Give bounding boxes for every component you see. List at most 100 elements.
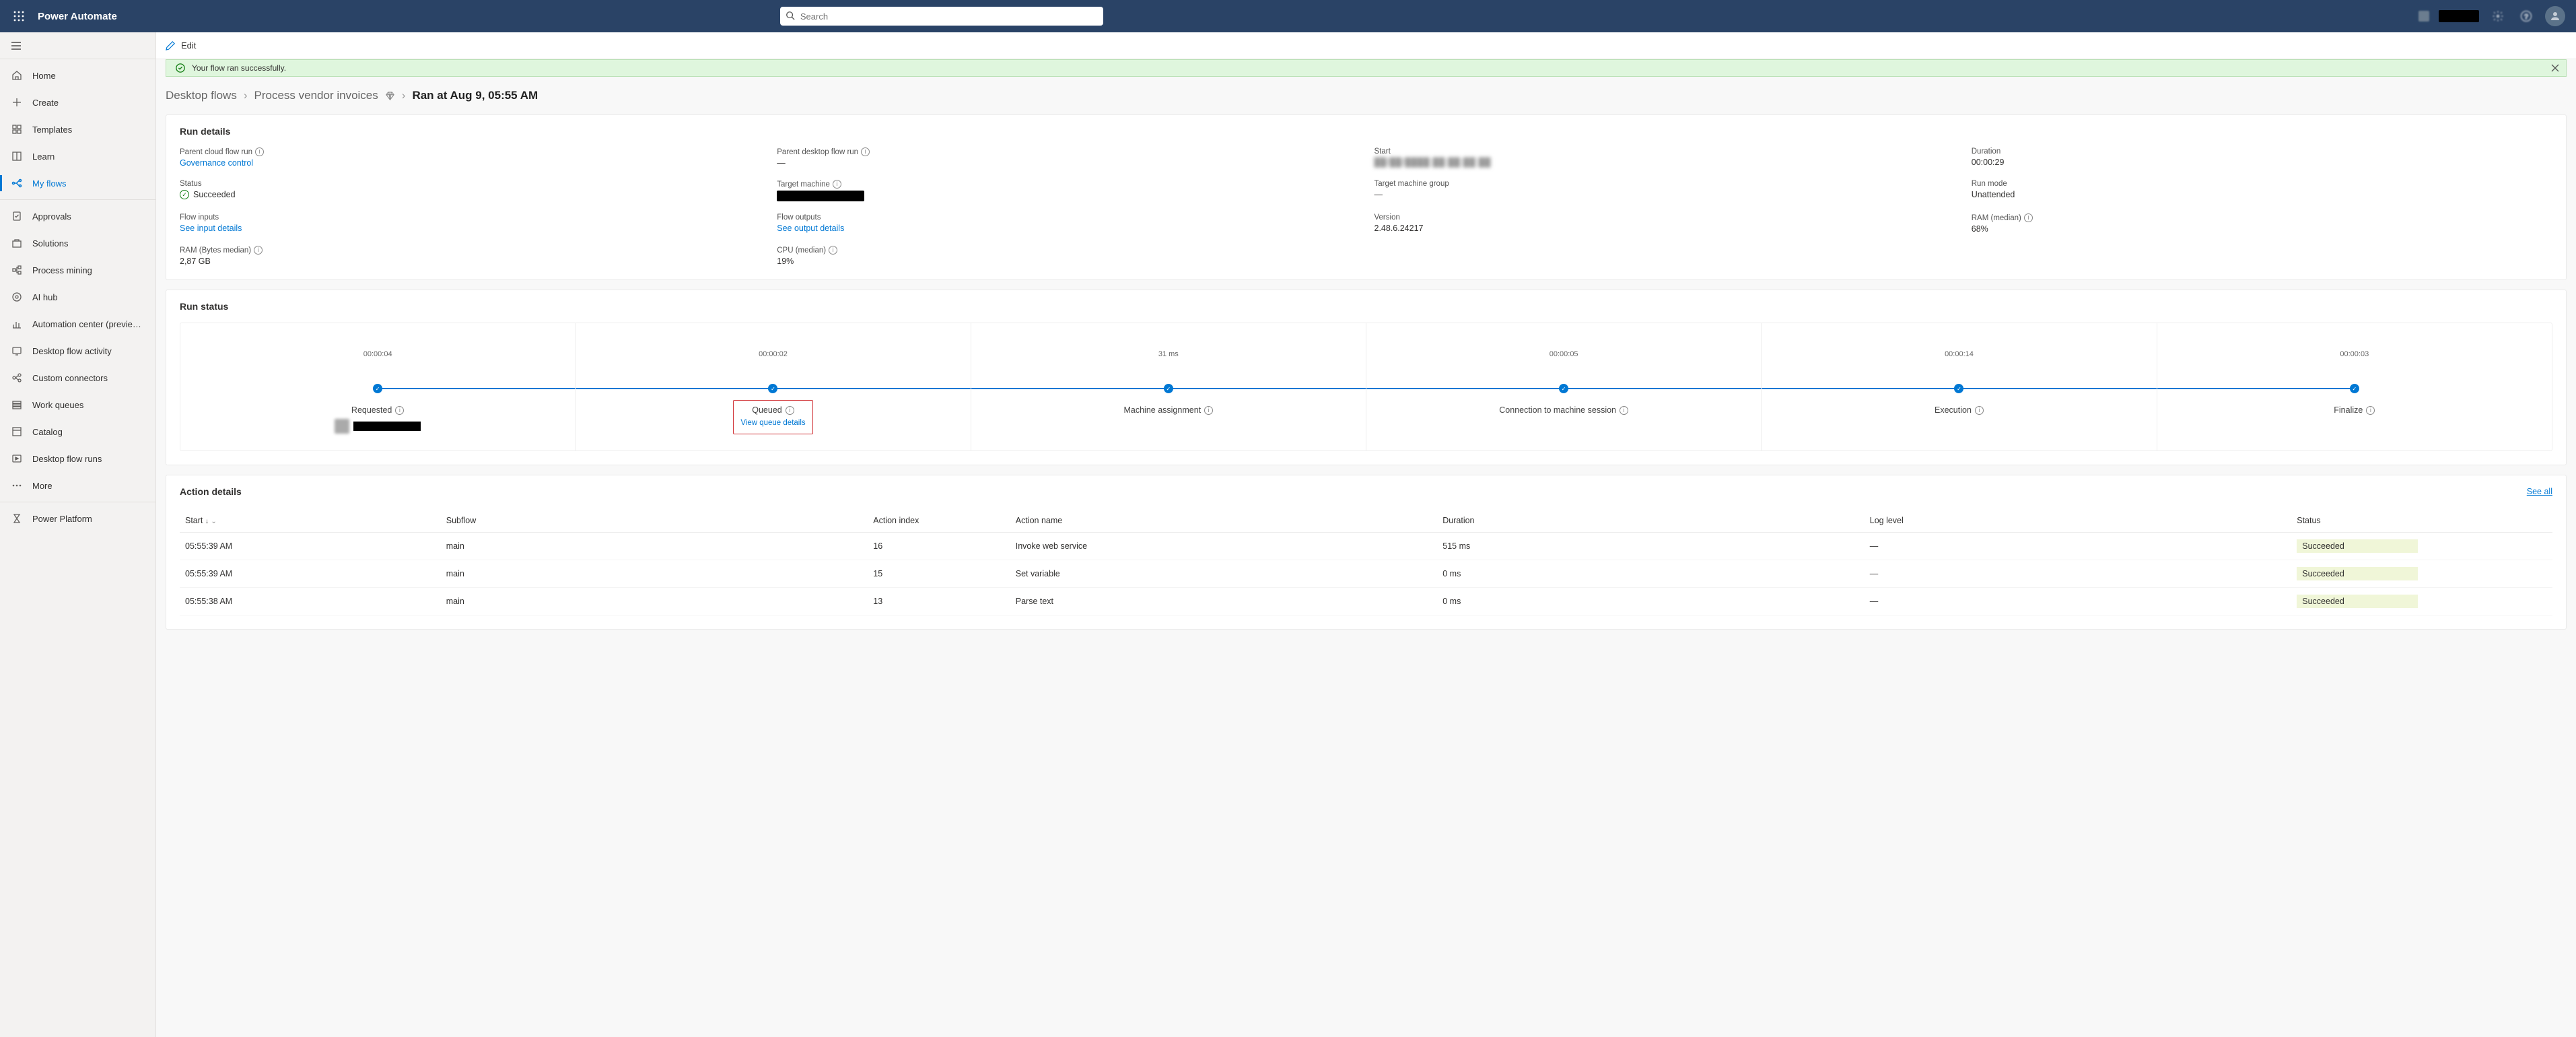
sidebar-item-approvals[interactable]: Approvals (0, 203, 155, 230)
sidebar-item-label: Solutions (32, 238, 68, 248)
stage-requested: 00:00:04✓Requested i (180, 323, 576, 450)
detail-value: Succeeded (193, 190, 236, 199)
sidebar-item-create[interactable]: Create (0, 89, 155, 116)
stage-execution: 00:00:14✓Execution i (1762, 323, 2157, 450)
info-icon[interactable]: i (2024, 213, 2033, 222)
environment-name-redacted[interactable] (2439, 10, 2479, 22)
col-subflow[interactable]: Subflow (441, 509, 868, 533)
sidebar-item-learn[interactable]: Learn (0, 143, 155, 170)
cell-status: Succeeded (2297, 539, 2418, 553)
table-row[interactable]: 05:55:39 AM main 15 Set variable 0 ms — … (180, 560, 2552, 588)
detail-ram-bytes-median-: RAM (Bytes median) i2,87 GB (180, 246, 761, 266)
sidebar-item-label: AI hub (32, 292, 58, 302)
sidebar-item-catalog[interactable]: Catalog (0, 418, 155, 445)
detail-link[interactable]: Governance control (180, 158, 253, 168)
stage-finalize: 00:00:03✓Finalize i (2157, 323, 2552, 450)
search-icon (786, 11, 795, 20)
user-avatar-blurred (335, 419, 349, 434)
info-icon[interactable]: i (786, 406, 794, 415)
info-icon[interactable]: i (255, 147, 264, 156)
detail-link[interactable]: See output details (777, 224, 844, 233)
main-content: Edit Your flow ran successfully. Desktop… (156, 32, 2576, 1037)
view-queue-link[interactable]: View queue details (740, 419, 805, 427)
success-icon: ✓ (180, 190, 189, 199)
detail-label: RAM (median) i (1972, 213, 2552, 222)
col-name[interactable]: Action name (1010, 509, 1438, 533)
cell-index: 15 (868, 560, 1010, 588)
sidebar-item-solutions[interactable]: Solutions (0, 230, 155, 257)
action-details-card: Action details See all Start ↓ ⌄ Subflow… (166, 475, 2567, 630)
col-log[interactable]: Log level (1865, 509, 2292, 533)
stage-duration: 00:00:05 (1373, 350, 1754, 358)
breadcrumb-desktop-flows[interactable]: Desktop flows (166, 89, 237, 102)
sidebar-item-label: Custom connectors (32, 373, 108, 383)
col-start[interactable]: Start ↓ ⌄ (180, 509, 441, 533)
detail-label: RAM (Bytes median) i (180, 246, 761, 255)
sidebar-collapse-button[interactable] (0, 32, 155, 59)
table-row[interactable]: 05:55:39 AM main 16 Invoke web service 5… (180, 533, 2552, 560)
sidebar-item-more[interactable]: More (0, 472, 155, 499)
stage-connection-to-machine-session: 00:00:05✓Connection to machine session i (1366, 323, 1762, 450)
book-icon (11, 150, 23, 162)
settings-icon[interactable] (2488, 7, 2507, 26)
app-launcher-icon[interactable] (11, 8, 27, 24)
info-icon[interactable]: i (254, 246, 263, 255)
sidebar-item-desktop-flow-activity[interactable]: Desktop flow activity (0, 337, 155, 364)
sidebar-item-label: Work queues (32, 400, 83, 410)
sidebar-item-desktop-flow-runs[interactable]: Desktop flow runs (0, 445, 155, 472)
info-icon[interactable]: i (395, 406, 404, 415)
sidebar-item-ai-hub[interactable]: AI hub (0, 283, 155, 310)
see-all-link[interactable]: See all (2527, 487, 2552, 496)
col-duration[interactable]: Duration (1437, 509, 1865, 533)
stage-label: Machine assignment i (1123, 405, 1213, 415)
info-icon[interactable]: i (2366, 406, 2375, 415)
sidebar-item-home[interactable]: Home (0, 62, 155, 89)
sidebar-item-my-flows[interactable]: My flows (0, 170, 155, 197)
detail-value: — (777, 158, 1358, 168)
sidebar-item-custom-connectors[interactable]: Custom connectors (0, 364, 155, 391)
detail-link[interactable]: See input details (180, 224, 242, 233)
sidebar-item-templates[interactable]: Templates (0, 116, 155, 143)
detail-label: Run mode (1972, 180, 2552, 188)
stage-check-icon: ✓ (2350, 384, 2359, 393)
info-icon[interactable]: i (829, 246, 837, 255)
stage-check-icon: ✓ (1559, 384, 1568, 393)
stage-duration: 31 ms (978, 350, 1359, 358)
stage-check-icon: ✓ (768, 384, 777, 393)
sidebar-item-work-queues[interactable]: Work queues (0, 391, 155, 418)
cell-log: — (1865, 560, 2292, 588)
environment-icon[interactable] (2418, 11, 2429, 22)
search-input[interactable] (780, 7, 1103, 26)
sidebar-item-automation-center-previe-[interactable]: Automation center (previe… (0, 310, 155, 337)
info-icon[interactable]: i (1204, 406, 1213, 415)
blurred-value: ██/██/████ ██:██:██ ██ (1374, 158, 1955, 167)
sidebar-item-label: Power Platform (32, 514, 92, 524)
cell-duration: 0 ms (1437, 588, 1865, 615)
detail-value: 19% (777, 257, 1358, 266)
info-icon[interactable]: i (861, 147, 870, 156)
approvals-icon (11, 210, 23, 222)
help-icon[interactable]: ? (2517, 7, 2536, 26)
sidebar-item-process-mining[interactable]: Process mining (0, 257, 155, 283)
detail-label: Parent desktop flow run i (777, 147, 1358, 156)
sidebar-item-label: Process mining (32, 265, 92, 275)
banner-close-icon[interactable] (2551, 64, 2559, 72)
success-icon (176, 63, 185, 73)
col-status[interactable]: Status (2291, 509, 2552, 533)
col-index[interactable]: Action index (868, 509, 1010, 533)
sidebar-item-power-platform[interactable]: Power Platform (0, 505, 155, 532)
cell-status: Succeeded (2297, 567, 2418, 580)
info-icon[interactable]: i (1975, 406, 1984, 415)
breadcrumb-flow-name[interactable]: Process vendor invoices (254, 89, 378, 102)
cell-name: Invoke web service (1010, 533, 1438, 560)
detail-label: CPU (median) i (777, 246, 1358, 255)
table-row[interactable]: 05:55:38 AM main 13 Parse text 0 ms — Su… (180, 588, 2552, 615)
detail-ram-median-: RAM (median) i68% (1972, 213, 2552, 234)
templates-icon (11, 123, 23, 135)
cell-start: 05:55:39 AM (180, 533, 441, 560)
user-avatar[interactable] (2545, 6, 2565, 26)
info-icon[interactable]: i (1620, 406, 1628, 415)
info-icon[interactable]: i (833, 180, 841, 189)
stage-duration: 00:00:14 (1768, 350, 2149, 358)
edit-button[interactable]: Edit (166, 40, 196, 51)
